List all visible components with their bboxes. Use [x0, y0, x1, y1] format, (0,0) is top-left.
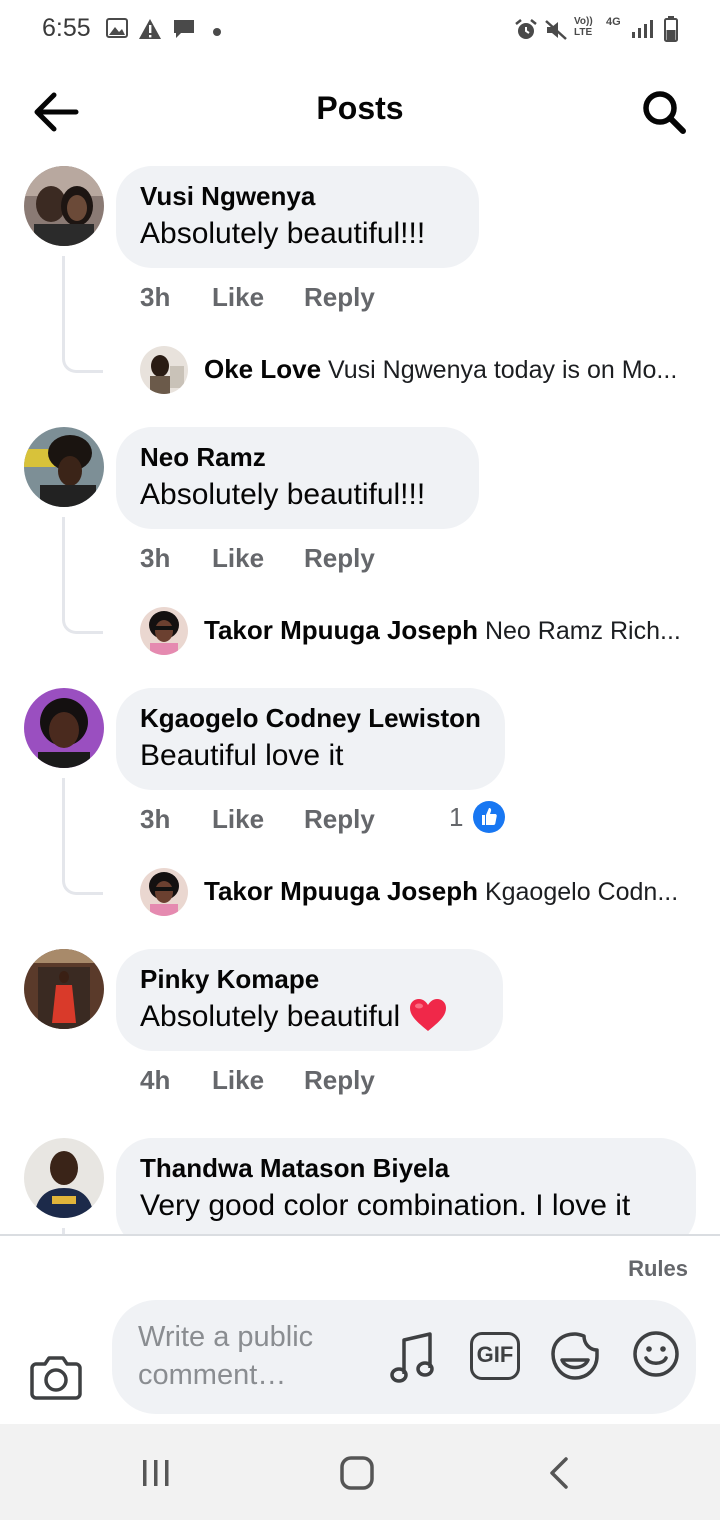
- reply-author: Takor Mpuuga Joseph: [204, 876, 478, 906]
- reply-button[interactable]: Reply: [304, 804, 375, 835]
- camera-button[interactable]: [30, 1354, 82, 1400]
- reply-snippet: Neo Ramz Rich...: [484, 617, 681, 645]
- comment-bubble[interactable]: Pinky Komape Absolutely beautiful: [116, 949, 503, 1051]
- comment-text: Beautiful love it: [140, 739, 344, 772]
- comment-input[interactable]: Write a public comment… GIF: [112, 1300, 696, 1414]
- comment-item: Vusi Ngwenya Absolutely beautiful!!! 3h …: [0, 166, 720, 406]
- recent-apps-button[interactable]: [140, 1458, 172, 1493]
- image-icon: [106, 18, 128, 43]
- reaction-count[interactable]: 1: [449, 802, 463, 833]
- comment-item: Thandwa Matason Biyela Very good color c…: [0, 1138, 720, 1234]
- status-bar: 6:55 Vo)) LTE 4G: [0, 0, 720, 60]
- avatar[interactable]: [24, 1138, 104, 1218]
- avatar[interactable]: [24, 427, 104, 507]
- thread-line: [62, 517, 103, 634]
- comment-item: Neo Ramz Absolutely beautiful!!! 3h Like…: [0, 427, 720, 667]
- comment-text: Very good color combination. I love it: [140, 1189, 631, 1222]
- comment-bubble[interactable]: Vusi Ngwenya Absolutely beautiful!!!: [116, 166, 479, 268]
- system-back-button[interactable]: [548, 1456, 570, 1495]
- reply-snippet: Vusi Ngwenya today is on Mo...: [328, 356, 678, 384]
- comment-composer: Rules Write a public comment… GIF: [0, 1234, 720, 1426]
- mute-icon: [544, 18, 568, 47]
- reply-avatar: [140, 346, 188, 394]
- reply-preview[interactable]: Oke Love Vusi Ngwenya today is on Mo...: [140, 346, 700, 394]
- comment-text: Absolutely beautiful!!!: [140, 478, 426, 511]
- top-app-bar: Posts: [0, 60, 720, 160]
- status-time: 6:55: [42, 14, 91, 42]
- comment-time: 4h: [140, 1065, 171, 1095]
- reply-preview[interactable]: Takor Mpuuga Joseph Kgaogelo Codn...: [140, 868, 700, 916]
- emoji-button[interactable]: [632, 1330, 680, 1383]
- comment-bubble[interactable]: Thandwa Matason Biyela Very good color c…: [116, 1138, 696, 1234]
- volte-icon: Vo)) LTE: [574, 16, 593, 38]
- avatar[interactable]: [24, 166, 104, 246]
- message-icon: [172, 18, 196, 45]
- home-icon: [340, 1456, 374, 1490]
- comment-time: 3h: [140, 804, 171, 834]
- reply-snippet: Kgaogelo Codn...: [484, 878, 679, 906]
- search-button[interactable]: [640, 88, 688, 136]
- gif-button[interactable]: GIF: [470, 1332, 520, 1380]
- comment-input-placeholder[interactable]: Write a public comment…: [138, 1318, 358, 1394]
- camera-icon: [30, 1356, 82, 1400]
- reply-button[interactable]: Reply: [304, 282, 375, 313]
- reply-button[interactable]: Reply: [304, 1065, 375, 1096]
- reply-author: Oke Love: [204, 354, 322, 384]
- thread-line: [62, 778, 103, 895]
- dot-icon: [212, 24, 222, 42]
- smiley-icon: [633, 1331, 679, 1377]
- sticker-icon: [551, 1332, 599, 1380]
- heart-icon: [409, 999, 446, 1031]
- comment-author[interactable]: Vusi Ngwenya: [140, 178, 453, 214]
- alert-icon: [138, 18, 162, 45]
- thumbs-up-icon: [473, 801, 505, 833]
- comment-text: Absolutely beautiful!!!: [140, 217, 426, 250]
- comment-time: 3h: [140, 543, 171, 573]
- like-button[interactable]: Like: [212, 543, 264, 574]
- comment-item: Kgaogelo Codney Lewiston Beautiful love …: [0, 688, 720, 928]
- comment-text: Absolutely beautiful: [140, 997, 477, 1037]
- comment-bubble[interactable]: Neo Ramz Absolutely beautiful!!!: [116, 427, 479, 529]
- music-note-icon: [390, 1332, 434, 1383]
- comment-author[interactable]: Pinky Komape: [140, 961, 477, 997]
- reply-avatar: [140, 607, 188, 655]
- reply-button[interactable]: Reply: [304, 543, 375, 574]
- chevron-left-icon: [550, 1457, 568, 1489]
- battery-icon: [664, 16, 678, 47]
- rules-link[interactable]: Rules: [628, 1256, 688, 1282]
- system-nav-bar: [0, 1424, 720, 1520]
- comment-item: Pinky Komape Absolutely beautiful 4h Lik…: [0, 949, 720, 1109]
- thread-line: [62, 256, 103, 373]
- like-button[interactable]: Like: [212, 1065, 264, 1096]
- comment-author[interactable]: Thandwa Matason Biyela: [140, 1150, 670, 1186]
- comment-time: 3h: [140, 282, 171, 312]
- like-button[interactable]: Like: [212, 282, 264, 313]
- alarm-icon: [514, 18, 538, 47]
- avatar[interactable]: [24, 688, 104, 768]
- comment-author[interactable]: Neo Ramz: [140, 439, 453, 475]
- recent-apps-icon: [143, 1460, 169, 1486]
- signal-icon: [630, 18, 654, 45]
- home-button[interactable]: [340, 1456, 374, 1495]
- page-title: Posts: [316, 90, 404, 126]
- sticker-button[interactable]: [550, 1330, 600, 1387]
- avatar[interactable]: [24, 949, 104, 1029]
- comment-bubble[interactable]: Kgaogelo Codney Lewiston Beautiful love …: [116, 688, 505, 790]
- music-button[interactable]: [390, 1330, 438, 1391]
- search-icon: [643, 91, 686, 134]
- 4g-icon: 4G: [606, 16, 621, 28]
- comment-author[interactable]: Kgaogelo Codney Lewiston: [140, 700, 481, 736]
- like-button[interactable]: Like: [212, 804, 264, 835]
- reply-author: Takor Mpuuga Joseph: [204, 615, 478, 645]
- reply-preview[interactable]: Takor Mpuuga Joseph Neo Ramz Rich...: [140, 607, 700, 655]
- reply-avatar: [140, 868, 188, 916]
